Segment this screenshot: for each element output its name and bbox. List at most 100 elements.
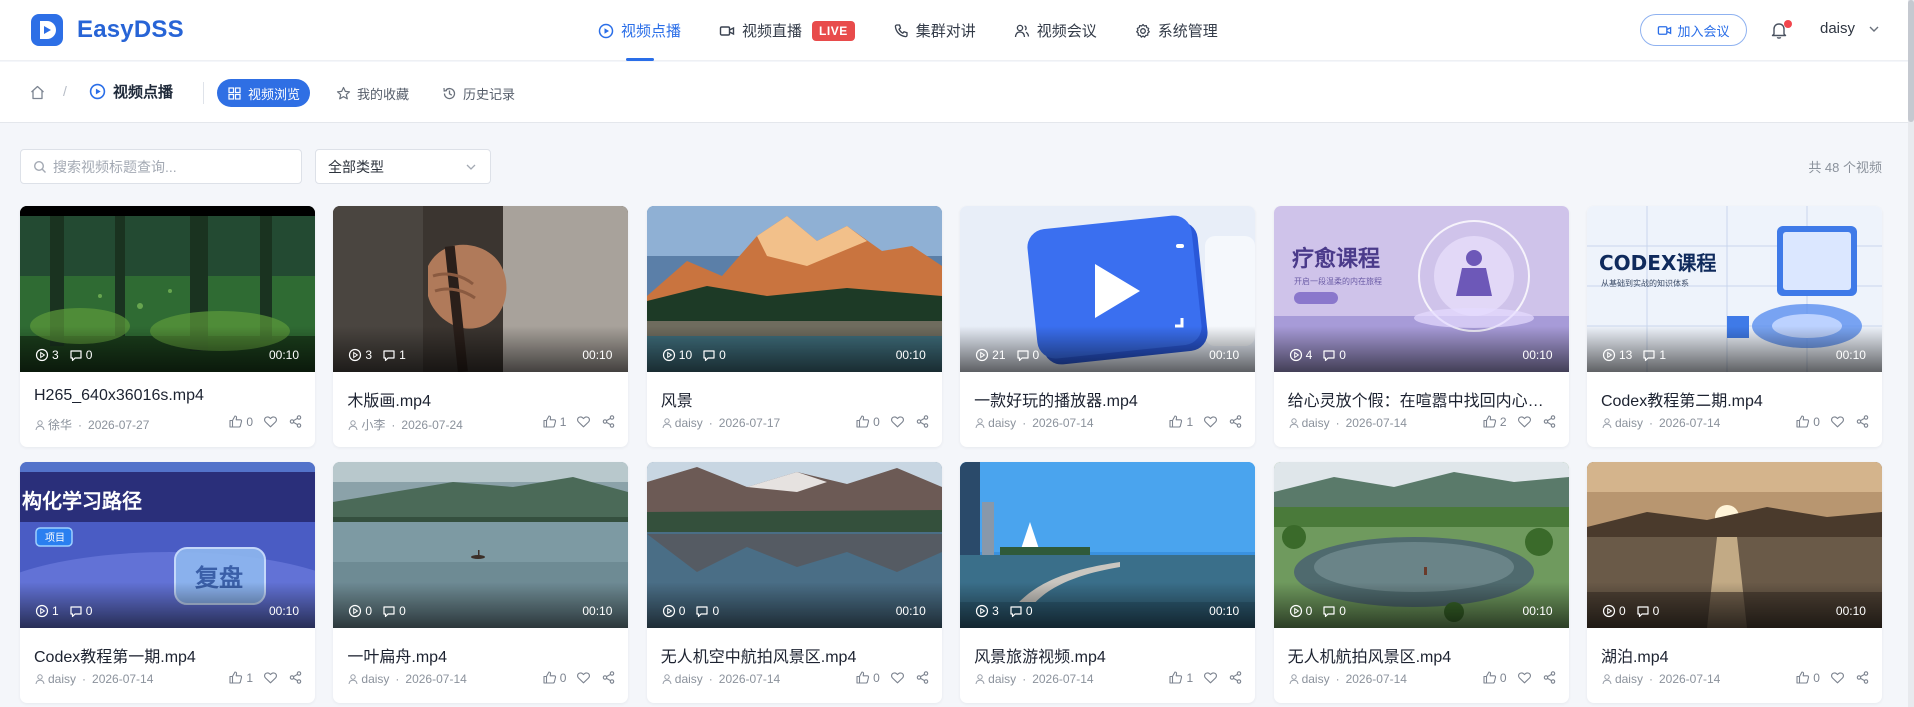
video-thumbnail[interactable]: 21 0 00:10 bbox=[960, 206, 1256, 372]
share-button[interactable] bbox=[288, 414, 303, 429]
like-button[interactable]: 0 bbox=[1482, 670, 1507, 685]
video-thumbnail[interactable]: 0 0 00:10 bbox=[1273, 462, 1569, 628]
video-thumbnail[interactable]: 0 0 00:10 bbox=[646, 462, 942, 628]
video-card[interactable]: 21 0 00:10 一款好玩的播放器.mp4 daisy · 2026-07-… bbox=[960, 206, 1256, 447]
video-title[interactable]: 湖泊.mp4 bbox=[1601, 643, 1871, 667]
share-button[interactable] bbox=[1542, 670, 1557, 685]
video-card[interactable]: 疗愈课程 开启一段温柔的内在旅程 4 0 00:10 给心灵放个假：在喧嚣中找回… bbox=[1273, 206, 1569, 447]
video-card[interactable]: 10 0 00:10 风景 daisy · 2026-07-17 0 bbox=[646, 206, 942, 447]
video-title[interactable]: H265_640x36016s.mp4 bbox=[34, 387, 304, 405]
video-card[interactable]: CODEX课程 从基础到实战的知识体系 13 1 00:10 Codex教程第二… bbox=[1586, 206, 1882, 447]
user-menu[interactable]: daisy bbox=[1820, 20, 1881, 37]
nav-item-system[interactable]: 系统管理 bbox=[1135, 0, 1218, 61]
join-meeting-button[interactable]: 加入会议 bbox=[1640, 14, 1747, 46]
favorite-button[interactable] bbox=[263, 670, 278, 685]
scrollbar-thumb[interactable] bbox=[1908, 0, 1914, 122]
video-card[interactable]: 3 1 00:10 木版画.mp4 小李 · 2026-07-24 1 bbox=[333, 206, 629, 447]
like-button[interactable]: 1 bbox=[1168, 414, 1193, 429]
favorite-button[interactable] bbox=[890, 670, 905, 685]
favorite-button[interactable] bbox=[1517, 414, 1532, 429]
video-thumbnail[interactable]: 构化学习路径 项目 复盘 1 0 00:10 bbox=[20, 462, 315, 628]
like-button[interactable]: 1 bbox=[1168, 670, 1193, 685]
favorite-button[interactable] bbox=[1203, 414, 1218, 429]
video-title[interactable]: 风景 bbox=[661, 387, 931, 411]
user-icon bbox=[348, 674, 358, 685]
share-icon bbox=[1229, 415, 1242, 428]
share-button[interactable] bbox=[915, 414, 930, 429]
share-button[interactable] bbox=[915, 670, 930, 685]
like-button[interactable]: 0 bbox=[855, 670, 880, 685]
like-button[interactable]: 0 bbox=[1795, 670, 1820, 685]
comment-count: 0 bbox=[1016, 348, 1039, 362]
video-card[interactable]: 0 0 00:10 无人机航拍风景区.mp4 daisy · 2026-07-1… bbox=[1273, 462, 1569, 703]
video-thumbnail[interactable]: 3 0 00:10 bbox=[20, 206, 315, 372]
like-button[interactable]: 0 bbox=[542, 670, 566, 685]
video-thumbnail[interactable]: 3 0 00:10 bbox=[960, 462, 1256, 628]
share-button[interactable] bbox=[1228, 414, 1243, 429]
nav-item-vod[interactable]: 视频点播 bbox=[598, 0, 681, 61]
like-button[interactable]: 2 bbox=[1482, 414, 1507, 429]
search-box[interactable] bbox=[20, 149, 302, 184]
share-button[interactable] bbox=[601, 670, 616, 685]
video-title[interactable]: Codex教程第一期.mp4 bbox=[34, 643, 304, 667]
nav-item-intercom[interactable]: 集群对讲 bbox=[893, 0, 976, 61]
heart-icon bbox=[890, 672, 904, 684]
tab-browse[interactable]: 视频浏览 bbox=[217, 79, 311, 107]
video-card[interactable]: 3 0 00:10 风景旅游视频.mp4 daisy · 2026-07-14 … bbox=[960, 462, 1256, 703]
share-button[interactable] bbox=[288, 670, 303, 685]
share-button[interactable] bbox=[1855, 414, 1870, 429]
share-button[interactable] bbox=[1542, 414, 1557, 429]
brand-name[interactable]: EasyDSS bbox=[77, 16, 184, 44]
like-button[interactable]: 1 bbox=[542, 414, 566, 429]
video-author: 小李 bbox=[361, 418, 386, 432]
video-title[interactable]: 木版画.mp4 bbox=[347, 387, 617, 411]
share-button[interactable] bbox=[601, 414, 616, 429]
video-card[interactable]: 3 0 00:10 H265_640x36016s.mp4 徐华 · 2026-… bbox=[20, 206, 315, 447]
play-count: 0 bbox=[1602, 604, 1626, 618]
favorite-button[interactable] bbox=[1203, 670, 1218, 685]
share-button[interactable] bbox=[1855, 670, 1870, 685]
favorite-button[interactable] bbox=[890, 414, 905, 429]
share-button[interactable] bbox=[1228, 670, 1243, 685]
search-input[interactable] bbox=[53, 158, 293, 175]
favorite-button[interactable] bbox=[1830, 414, 1845, 429]
favorite-button[interactable] bbox=[263, 414, 278, 429]
video-title[interactable]: 无人机空中航拍风景区.mp4 bbox=[661, 643, 931, 667]
video-thumbnail[interactable]: 0 0 00:10 bbox=[333, 462, 629, 628]
like-button[interactable]: 1 bbox=[228, 670, 253, 685]
like-button[interactable]: 0 bbox=[228, 414, 253, 429]
video-title[interactable]: Codex教程第二期.mp4 bbox=[1601, 387, 1871, 411]
video-thumbnail[interactable]: CODEX课程 从基础到实战的知识体系 13 1 00:10 bbox=[1586, 206, 1882, 372]
tab-history[interactable]: 历史记录 bbox=[432, 79, 525, 107]
video-thumbnail[interactable]: 3 1 00:10 bbox=[333, 206, 629, 372]
type-select[interactable]: 全部类型 bbox=[315, 149, 491, 184]
play-count: 4 bbox=[1289, 348, 1312, 362]
play-count: 10 bbox=[662, 348, 692, 362]
favorite-button[interactable] bbox=[1830, 670, 1845, 685]
easydss-logo-icon[interactable] bbox=[30, 13, 64, 47]
nav-item-meeting[interactable]: 视频会议 bbox=[1014, 0, 1097, 61]
favorite-button[interactable] bbox=[1517, 670, 1532, 685]
user-icon bbox=[1289, 674, 1299, 685]
video-title[interactable]: 一叶扁舟.mp4 bbox=[347, 643, 617, 667]
favorite-button[interactable] bbox=[576, 414, 591, 429]
video-title[interactable]: 无人机航拍风景区.mp4 bbox=[1288, 643, 1558, 667]
home-icon[interactable] bbox=[29, 84, 46, 101]
video-title[interactable]: 给心灵放个假：在喧嚣中找回内心的宁静 bbox=[1288, 387, 1558, 411]
video-thumbnail[interactable]: 疗愈课程 开启一段温柔的内在旅程 4 0 00:10 bbox=[1273, 206, 1569, 372]
video-card[interactable]: 0 0 00:10 湖泊.mp4 daisy · 2026-07-14 0 bbox=[1586, 462, 1882, 703]
nav-item-live[interactable]: 视频直播 LIVE bbox=[719, 0, 855, 61]
tab-favorites[interactable]: 我的收藏 bbox=[326, 79, 419, 107]
play-count-value: 3 bbox=[52, 348, 59, 362]
video-title[interactable]: 风景旅游视频.mp4 bbox=[974, 643, 1244, 667]
video-card[interactable]: 0 0 00:10 一叶扁舟.mp4 daisy · 2026-07-14 0 bbox=[333, 462, 629, 703]
video-title[interactable]: 一款好玩的播放器.mp4 bbox=[974, 387, 1244, 411]
video-thumbnail[interactable]: 10 0 00:10 bbox=[646, 206, 942, 372]
favorite-button[interactable] bbox=[576, 670, 591, 685]
video-card[interactable]: 构化学习路径 项目 复盘 1 0 00:10 Codex教程第一期.mp4 da… bbox=[20, 462, 315, 703]
like-button[interactable]: 0 bbox=[855, 414, 880, 429]
video-card[interactable]: 0 0 00:10 无人机空中航拍风景区.mp4 daisy · 2026-07… bbox=[646, 462, 942, 703]
video-thumbnail[interactable]: 0 0 00:10 bbox=[1586, 462, 1882, 628]
like-button[interactable]: 0 bbox=[1795, 414, 1820, 429]
heart-icon bbox=[577, 672, 591, 684]
